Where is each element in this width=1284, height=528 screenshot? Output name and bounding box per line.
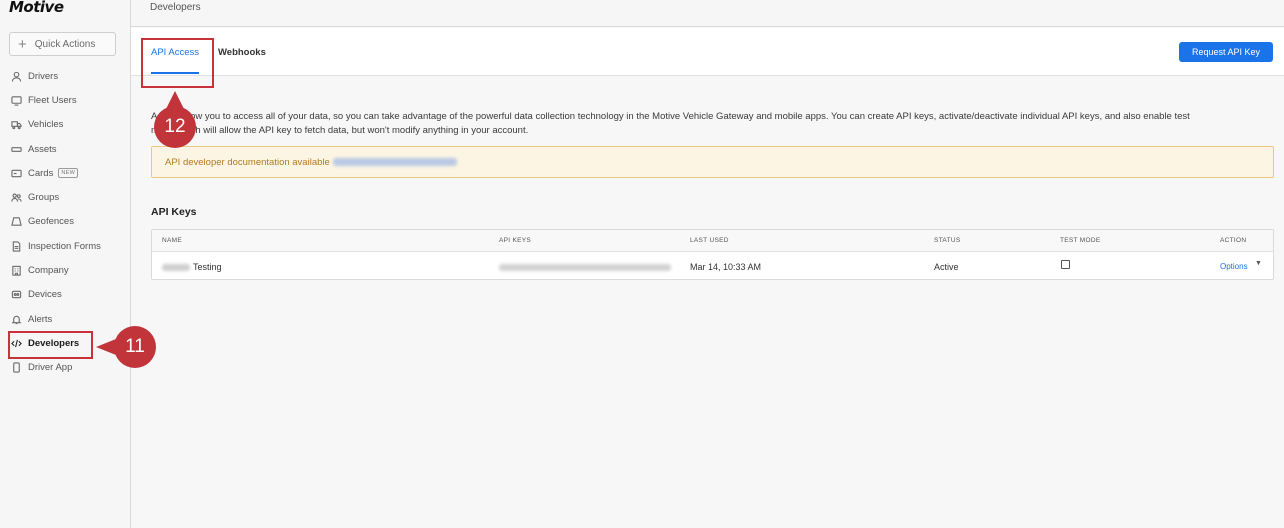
motive-logo[interactable]: Motive: [9, 0, 64, 16]
step-callout-12: 12: [154, 91, 196, 148]
column-header-test-mode: TEST MODE: [1060, 237, 1101, 244]
key-name-cell: Testing: [162, 262, 222, 272]
plus-icon: +: [18, 35, 27, 53]
sidebar-item-label: Driver App: [28, 362, 73, 374]
quick-actions-label: Quick Actions: [34, 38, 96, 50]
sidebar: Motive + Quick Actions Drivers Fleet Use…: [0, 0, 131, 528]
sidebar-item-label: Cards: [28, 167, 54, 179]
bell-icon: [10, 313, 22, 325]
sidebar-item-devices[interactable]: Devices: [0, 283, 131, 307]
document-icon: [10, 240, 22, 252]
api-access-highlight-box: [141, 38, 214, 88]
documentation-banner: API developer documentation available: [151, 146, 1274, 178]
developers-highlight-box: [8, 331, 93, 359]
test-mode-checkbox[interactable]: [1061, 260, 1070, 269]
api-keys-table: NAME API KEYS LAST USED STATUS TEST MODE…: [151, 229, 1274, 280]
column-header-action: ACTION: [1220, 237, 1247, 244]
api-key-cell: [499, 262, 671, 272]
api-description: A allow you to access all of your data, …: [151, 110, 1266, 138]
column-header-name: NAME: [162, 237, 182, 244]
last-used-cell: Mar 14, 10:33 AM: [690, 262, 762, 272]
page-header: Developers: [131, 0, 1284, 27]
description-line-1: A allow you to access all of your data, …: [151, 111, 1190, 122]
column-header-api-keys: API KEYS: [499, 237, 532, 244]
trailer-icon: [10, 143, 22, 155]
sidebar-item-cards[interactable]: Cards NEW: [0, 161, 131, 185]
new-badge: NEW: [58, 168, 79, 179]
sidebar-item-label: Assets: [28, 143, 57, 155]
api-keys-title: API Keys: [151, 206, 197, 218]
person-icon: [10, 70, 22, 82]
quick-actions-button[interactable]: + Quick Actions: [9, 32, 116, 56]
sidebar-item-driver-app[interactable]: Driver App: [0, 356, 131, 380]
sidebar-item-label: Groups: [28, 192, 60, 204]
caret-down-icon[interactable]: ▼: [1255, 260, 1262, 267]
request-api-key-button[interactable]: Request API Key: [1179, 42, 1273, 62]
sidebar-item-alerts[interactable]: Alerts: [0, 307, 131, 331]
sidebar-item-label: Inspection Forms: [28, 240, 101, 252]
sidebar-item-label: Company: [28, 265, 69, 277]
options-link[interactable]: Options: [1220, 262, 1248, 271]
sidebar-item-fleet-users[interactable]: Fleet Users: [0, 88, 131, 112]
sidebar-item-drivers[interactable]: Drivers: [0, 64, 131, 88]
column-header-last-used: LAST USED: [690, 237, 729, 244]
banner-text: API developer documentation available: [165, 156, 330, 168]
device-icon: [10, 289, 22, 301]
sidebar-item-inspection-forms[interactable]: Inspection Forms: [0, 234, 131, 258]
monitor-icon: [10, 94, 22, 106]
breadcrumb: Developers: [150, 2, 201, 13]
redacted-text: [162, 264, 190, 272]
sidebar-item-label: Alerts: [28, 313, 53, 325]
status-cell: Active: [934, 262, 959, 272]
tab-webhooks[interactable]: Webhooks: [218, 47, 266, 58]
groups-icon: [10, 192, 22, 204]
tab-bar: API Access Webhooks Request API Key: [131, 28, 1284, 76]
sidebar-item-groups[interactable]: Groups: [0, 185, 131, 209]
step-callout-11: 11: [96, 326, 156, 368]
phone-icon: [10, 362, 22, 374]
table-header: NAME API KEYS LAST USED STATUS TEST MODE…: [152, 230, 1273, 252]
key-name: Testing: [193, 262, 222, 272]
redacted-api-key: [499, 264, 671, 272]
sidebar-item-label: Devices: [28, 289, 62, 301]
geofence-icon: [10, 216, 22, 228]
sidebar-item-label: Drivers: [28, 70, 59, 82]
sidebar-item-label: Vehicles: [28, 119, 64, 131]
documentation-link[interactable]: [332, 158, 457, 166]
sidebar-item-label: Geofences: [28, 216, 74, 228]
column-header-status: STATUS: [934, 237, 961, 244]
card-icon: [10, 167, 22, 179]
sidebar-item-label: Fleet Users: [28, 94, 77, 106]
sidebar-item-assets[interactable]: Assets: [0, 137, 131, 161]
truck-icon: [10, 119, 22, 131]
sidebar-item-vehicles[interactable]: Vehicles: [0, 113, 131, 137]
description-line-2: m ch will allow the API key to fetch dat…: [151, 125, 529, 136]
sidebar-item-geofences[interactable]: Geofences: [0, 210, 131, 234]
building-icon: [10, 265, 22, 277]
sidebar-item-company[interactable]: Company: [0, 258, 131, 282]
